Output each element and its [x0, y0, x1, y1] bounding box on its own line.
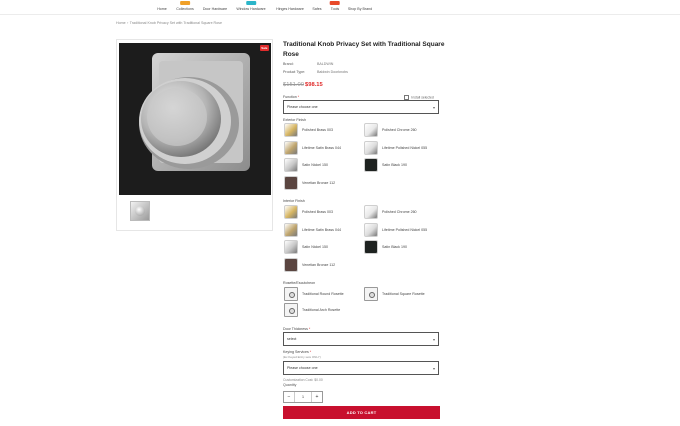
finish-swatch[interactable]: [364, 123, 378, 137]
keying-subtitle: (Ex Keyed Entry sets ONLY): [283, 355, 321, 359]
product-title: Traditional Knob Privacy Set with Tradit…: [283, 41, 445, 58]
finish-swatch[interactable]: [364, 158, 378, 172]
sale-badge: Sale: [259, 45, 269, 51]
finish-option-label[interactable]: Satin Nickel 150: [302, 163, 328, 167]
door-thickness-select[interactable]: select: [283, 332, 439, 346]
price-original: $151.00: [283, 82, 304, 88]
rosette-option-label[interactable]: Traditional Round Rosette: [302, 292, 344, 296]
price-sale: $98.15: [305, 82, 323, 88]
product-image[interactable]: Sale: [119, 43, 271, 195]
customization-cost: Customization Cost: $0.00: [283, 378, 323, 382]
finish-option-label[interactable]: Lifetime Polished Nickel 055: [382, 228, 427, 232]
finish-swatch[interactable]: [364, 205, 378, 219]
product-type-value[interactable]: Baldwin Doorknobs: [317, 70, 348, 74]
function-label: Function *: [283, 95, 300, 99]
nav-item-door-hardware[interactable]: Door Hardware: [203, 7, 227, 11]
interior-finish-label: Interior Finish: [283, 199, 305, 203]
nav-item-window-hardware[interactable]: Window Hardware: [236, 1, 266, 11]
finish-option-label[interactable]: Polished Chrome 260: [382, 128, 417, 132]
finish-swatch[interactable]: [364, 240, 378, 254]
finish-option-label[interactable]: Venetian Bronze 112: [302, 263, 335, 267]
finish-swatch[interactable]: [284, 257, 298, 272]
top-nav: Home Collections Door Hardware Window Ha…: [0, 0, 680, 15]
rosette-option-label[interactable]: Traditional Arch Rosette: [302, 308, 340, 312]
keying-select[interactable]: Please choose one: [283, 361, 439, 375]
product-type-label: Product Type:: [283, 70, 306, 74]
nav-badge: [329, 1, 341, 5]
brand-label: Brand:: [283, 62, 294, 66]
finish-option-label[interactable]: Satin Black 190: [382, 245, 407, 249]
finish-option-label[interactable]: Venetian Bronze 112: [302, 181, 335, 185]
finish-swatch[interactable]: [284, 240, 298, 254]
nav-item-tools[interactable]: Tools: [329, 1, 341, 11]
door-thickness-label: Door Thickness *: [283, 327, 311, 331]
nav-item-shop-by-brand[interactable]: Shop By Brand: [348, 7, 372, 11]
keying-label: Keying Services *: [283, 350, 312, 354]
nav-item-home[interactable]: Home: [157, 7, 167, 11]
product-type-row: Product Type: Baldwin Doorknobs: [283, 70, 348, 74]
door-knob-image: [139, 53, 250, 171]
finish-swatch[interactable]: [284, 175, 298, 190]
finish-swatch[interactable]: [284, 140, 298, 155]
rosette-swatch[interactable]: [364, 287, 378, 301]
finish-option-label[interactable]: Satin Nickel 150: [302, 245, 328, 249]
finish-option-label[interactable]: Lifetime Satin Brass 044: [302, 228, 341, 232]
brand-row: Brand: BALDWIN: [283, 62, 333, 66]
nav-item-hinges-hardware[interactable]: Hinges Hardware: [276, 7, 304, 11]
add-to-cart-button[interactable]: ADD TO CART: [283, 406, 440, 419]
nav-badge: [245, 1, 257, 5]
finish-option-label[interactable]: Polished Brass 003: [302, 128, 333, 132]
quantity-label: Quantity: [283, 383, 297, 387]
rosette-label: Rosette/Escutcheon: [283, 281, 316, 285]
rosette-swatch[interactable]: [284, 303, 298, 317]
brand-value[interactable]: BALDWIN: [317, 62, 333, 66]
finish-swatch[interactable]: [284, 158, 298, 172]
breadcrumb-current: Traditional Knob Privacy Set with Tradit…: [129, 21, 222, 25]
nav-item-collections[interactable]: Collections: [176, 1, 194, 11]
finish-swatch[interactable]: [364, 140, 378, 155]
finish-option-label[interactable]: Lifetime Polished Nickel 055: [382, 146, 427, 150]
function-select[interactable]: Please choose one: [283, 100, 439, 114]
finish-swatch[interactable]: [284, 222, 298, 237]
finish-swatch[interactable]: [284, 123, 298, 137]
rosette-swatch[interactable]: [284, 287, 298, 301]
finish-swatch[interactable]: [364, 222, 378, 237]
breadcrumb: Home › Traditional Knob Privacy Set with T…: [116, 21, 222, 25]
finish-option-label[interactable]: Satin Black 190: [382, 163, 407, 167]
exterior-finish-label: Exterior Finish: [283, 118, 306, 122]
product-thumbnail[interactable]: [130, 201, 150, 221]
quantity-input[interactable]: 1: [294, 392, 312, 402]
nav-item-safes[interactable]: Safes: [312, 7, 321, 11]
finish-option-label[interactable]: Polished Chrome 260: [382, 210, 417, 214]
finish-swatch[interactable]: [284, 205, 298, 219]
breadcrumb-home[interactable]: Home: [116, 21, 126, 25]
finish-option-label[interactable]: Polished Brass 003: [302, 210, 333, 214]
rosette-option-label[interactable]: Traditional Square Rosette: [382, 292, 425, 296]
nav-badge: [179, 1, 191, 5]
quantity-increase-button[interactable]: +: [311, 392, 322, 402]
finish-option-label[interactable]: Lifetime Satin Brass 044: [302, 146, 341, 150]
quantity-stepper: − 1 +: [283, 391, 323, 403]
